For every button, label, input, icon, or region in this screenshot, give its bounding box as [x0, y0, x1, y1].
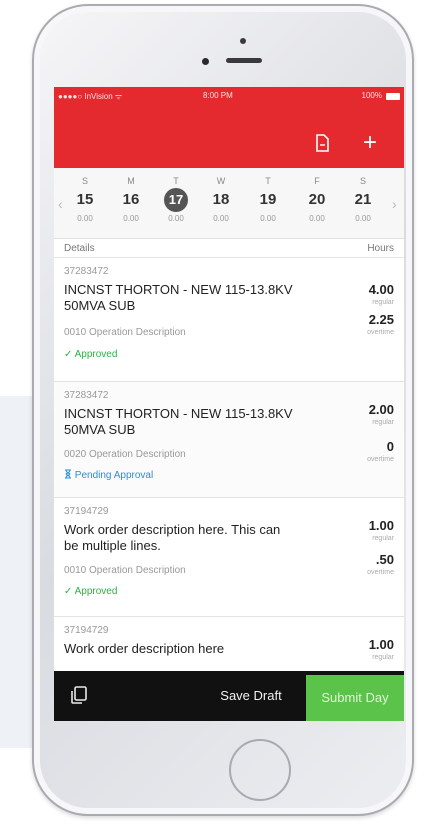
day-hours: 0.00	[168, 214, 184, 223]
app-header: ●●●●○ InVision ᯤ 8:00 PM 100% +	[54, 87, 404, 168]
time-entry-list: 37283472 INCNST THORTON - NEW 115-13.8KV…	[54, 258, 404, 678]
day-date: 16	[122, 191, 140, 208]
proximity-sensor	[240, 38, 246, 44]
day-date: 15	[76, 191, 94, 208]
day-hours: 0.00	[309, 214, 325, 223]
bottom-toolbar: Save Draft Submit Day	[54, 671, 404, 721]
approved-status: ✓ Approved	[64, 586, 118, 597]
regular-hours: 2.00	[368, 402, 394, 417]
battery-icon	[386, 93, 400, 100]
regular-hours: 1.00	[368, 637, 394, 652]
day-sat-21[interactable]: S 21 0.00	[348, 176, 378, 223]
day-sun-15[interactable]: S 15 0.00	[70, 176, 100, 223]
regular-label: regular	[372, 535, 394, 542]
approved-status: ✓ Approved	[64, 349, 118, 360]
battery-percent: 100%	[361, 91, 382, 100]
day-thu-19[interactable]: T 19 0.00	[253, 176, 283, 223]
regular-hours: 4.00	[368, 282, 394, 297]
regular-label: regular	[372, 299, 394, 306]
day-date: 20	[308, 191, 326, 208]
day-mon-16[interactable]: M 16 0.00	[116, 176, 146, 223]
regular-label: regular	[372, 654, 394, 661]
day-of-week: M	[127, 176, 135, 186]
status-bar: ●●●●○ InVision ᯤ 8:00 PM 100%	[58, 91, 400, 103]
day-hours: 0.00	[260, 214, 276, 223]
list-column-header: Details Hours	[54, 239, 404, 258]
day-date: 19	[259, 191, 277, 208]
chevron-left-icon[interactable]: ‹	[58, 196, 63, 212]
time-entry-row[interactable]: 37194729 Work order description here. Th…	[54, 498, 404, 617]
day-of-week: S	[81, 176, 88, 186]
day-of-week: W	[216, 176, 226, 186]
work-order-number: 37283472	[64, 266, 109, 277]
day-of-week: F	[314, 176, 320, 186]
overtime-label: overtime	[367, 329, 394, 336]
day-date-selected: 17	[164, 188, 188, 212]
overtime-hours: .50	[375, 552, 394, 567]
week-day-selector: ‹ › S 15 0.00 M 16 0.00 T 17 0.00 W 18 0…	[54, 168, 404, 239]
details-column-label: Details	[64, 243, 95, 254]
save-draft-button[interactable]: Save Draft	[206, 671, 296, 721]
time-entry-row[interactable]: 37283472 INCNST THORTON - NEW 115-13.8KV…	[54, 258, 404, 382]
day-of-week: T	[173, 176, 179, 186]
regular-hours: 1.00	[368, 518, 394, 533]
day-tue-17-selected[interactable]: T 17 0.00	[161, 176, 191, 223]
work-order-title: INCNST THORTON - NEW 115-13.8KV 50MVA SU…	[64, 282, 293, 313]
day-hours: 0.00	[123, 214, 139, 223]
work-order-title: Work order description here	[64, 641, 225, 656]
home-button[interactable]	[229, 739, 291, 801]
day-hours: 0.00	[213, 214, 229, 223]
operation-description: 0010 Operation Description	[64, 565, 186, 576]
work-order-title: Work order description here. This can be…	[64, 522, 281, 553]
day-hours: 0.00	[355, 214, 371, 223]
time-entry-row[interactable]: 37194729 Work order description here 1.0…	[54, 617, 404, 678]
app-screen: ●●●●○ InVision ᯤ 8:00 PM 100% + ‹ › S 15…	[54, 87, 404, 721]
day-wed-18[interactable]: W 18 0.00	[206, 176, 236, 223]
pending-status-label: Pending Approval	[74, 470, 154, 481]
day-hours: 0.00	[77, 214, 93, 223]
day-date: 21	[354, 191, 372, 208]
overtime-label: overtime	[367, 456, 394, 463]
chevron-right-icon[interactable]: ›	[392, 196, 397, 212]
operation-description: 0010 Operation Description	[64, 327, 186, 338]
work-order-number: 37194729	[64, 506, 109, 517]
pending-status: Pending Approval	[64, 469, 153, 481]
day-date: 18	[212, 191, 230, 208]
day-of-week: S	[359, 176, 366, 186]
copy-icon[interactable]	[68, 684, 90, 706]
earpiece-speaker	[226, 58, 262, 63]
hours-column-label: Hours	[367, 243, 394, 254]
overtime-hours: 0	[386, 439, 394, 454]
work-order-number: 37194729	[64, 625, 109, 636]
work-order-title: INCNST THORTON - NEW 115-13.8KV 50MVA SU…	[64, 406, 293, 437]
overtime-label: overtime	[367, 569, 394, 576]
regular-label: regular	[372, 419, 394, 426]
operation-description: 0020 Operation Description	[64, 449, 186, 460]
day-of-week: T	[265, 176, 271, 186]
carrier-label: ●●●●○ InVision ᯤ	[58, 92, 123, 101]
overtime-hours: 2.25	[368, 312, 394, 327]
document-icon[interactable]	[310, 131, 334, 155]
work-order-number: 37283472	[64, 390, 109, 401]
status-time: 8:00 PM	[203, 91, 233, 100]
hourglass-icon	[65, 469, 71, 479]
time-entry-row[interactable]: 37283472 INCNST THORTON - NEW 115-13.8KV…	[54, 382, 404, 498]
add-entry-button[interactable]: +	[356, 131, 384, 155]
day-fri-20[interactable]: F 20 0.00	[302, 176, 332, 223]
submit-day-button[interactable]: Submit Day	[306, 675, 404, 721]
front-camera	[202, 58, 209, 65]
